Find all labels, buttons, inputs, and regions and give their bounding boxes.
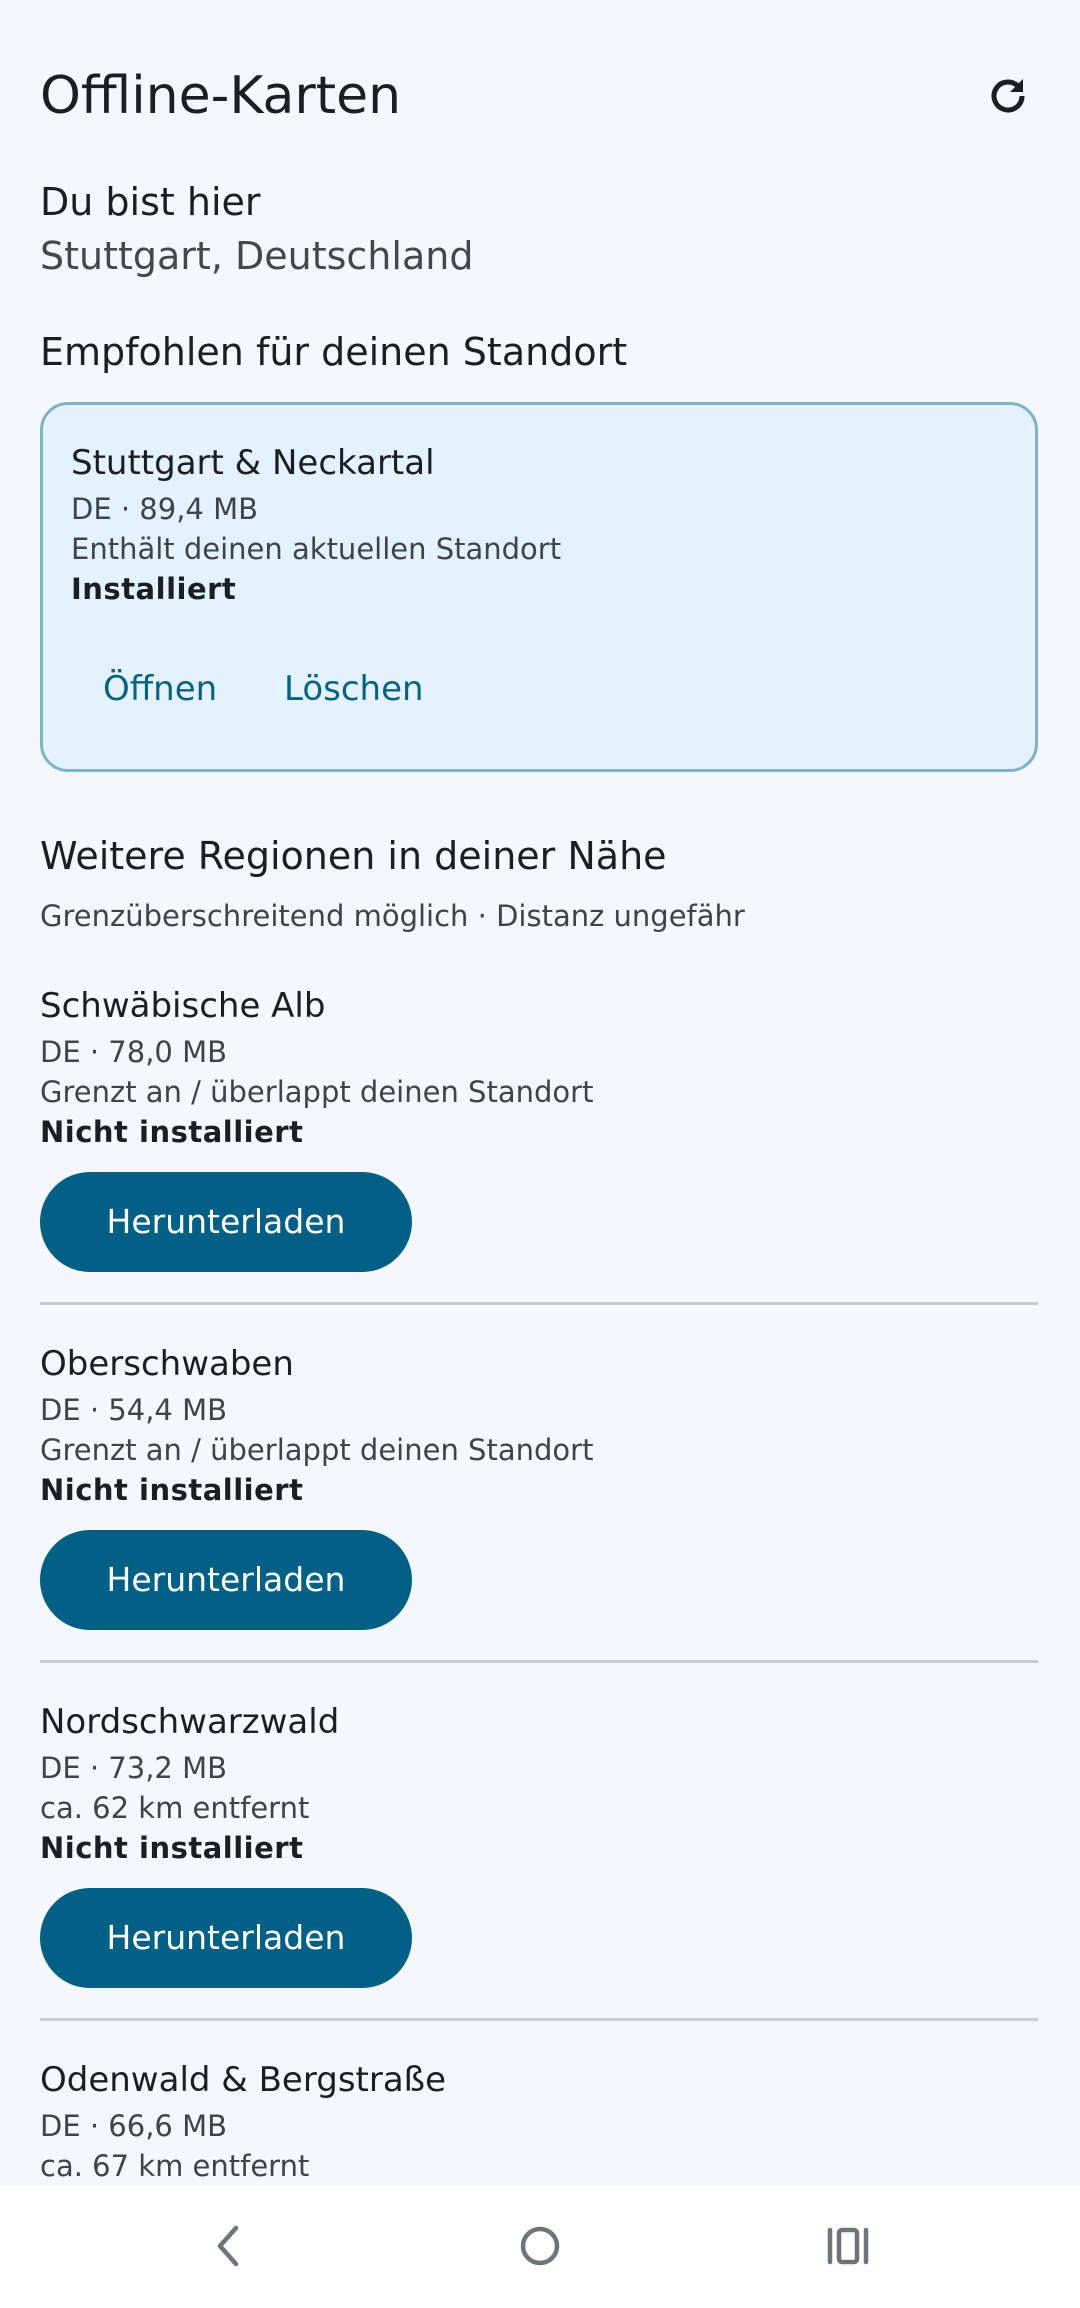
region-note: ca. 62 km entfernt	[40, 1791, 310, 1825]
download-button[interactable]: Herunterladen	[40, 1172, 412, 1272]
region-note: Grenzt an / überlappt deinen Standort	[40, 1433, 594, 1467]
list-item: Schwäbische Alb DE · 78,0 MB Grenzt an /…	[40, 982, 1040, 1340]
region-meta: DE · 78,0 MB	[40, 1035, 228, 1069]
list-item: Nordschwarzwald DE · 73,2 MB ca. 62 km e…	[40, 1698, 1040, 2056]
recommended-region-card: Stuttgart & Neckartal DE · 89,4 MB Enthä…	[40, 402, 1038, 772]
region-note: Enthält deinen aktuellen Standort	[71, 532, 562, 566]
system-navigation-bar	[0, 2186, 1080, 2308]
recommended-heading: Empfohlen für deinen Standort	[40, 330, 628, 374]
install-status: Nicht installiert	[40, 1473, 304, 1507]
home-button[interactable]	[480, 2206, 600, 2286]
download-button[interactable]: Herunterladen	[40, 1888, 412, 1988]
list-item: Odenwald & Bergstraße DE · 66,6 MB ca. 6…	[40, 2056, 1040, 2186]
location-label: Du bist hier	[40, 180, 261, 224]
open-button[interactable]: Öffnen	[73, 645, 247, 733]
delete-button[interactable]: Löschen	[254, 645, 454, 733]
list-item: Oberschwaben DE · 54,4 MB Grenzt an / üb…	[40, 1340, 1040, 1698]
top-app-bar: Offline-Karten	[40, 56, 1040, 136]
region-name: Schwäbische Alb	[40, 986, 326, 1026]
region-meta: DE · 66,6 MB	[40, 2109, 228, 2143]
divider	[40, 1660, 1038, 1663]
download-button[interactable]: Herunterladen	[40, 1530, 412, 1630]
region-name: Stuttgart & Neckartal	[71, 443, 435, 483]
current-location: Stuttgart, Deutschland	[40, 234, 474, 278]
page-title: Offline-Karten	[40, 66, 402, 126]
install-status: Nicht installiert	[40, 1831, 304, 1865]
offline-maps-screen[interactable]: Offline-Karten Du bist hier Stuttgart, D…	[0, 0, 1080, 2186]
divider	[40, 2018, 1038, 2021]
region-name: Odenwald & Bergstraße	[40, 2060, 447, 2100]
back-icon	[217, 2225, 239, 2267]
region-name: Nordschwarzwald	[40, 1702, 340, 1742]
refresh-icon	[991, 79, 1025, 113]
install-status: Nicht installiert	[40, 1115, 304, 1149]
region-meta: DE · 89,4 MB	[71, 492, 259, 526]
region-note: ca. 67 km entfernt	[40, 2149, 310, 2183]
divider	[40, 1302, 1038, 1305]
install-status: Installiert	[71, 572, 237, 606]
refresh-button[interactable]	[976, 64, 1040, 128]
home-icon	[520, 2226, 560, 2266]
region-name: Oberschwaben	[40, 1344, 294, 1384]
nearby-heading: Weitere Regionen in deiner Nähe	[40, 834, 667, 878]
region-note: Grenzt an / überlappt deinen Standort	[40, 1075, 594, 1109]
region-meta: DE · 54,4 MB	[40, 1393, 228, 1427]
nearby-subtitle: Grenzüberschreitend möglich · Distanz un…	[40, 899, 745, 933]
back-button[interactable]	[168, 2206, 288, 2286]
recents-icon	[827, 2227, 869, 2265]
recents-button[interactable]	[788, 2206, 908, 2286]
region-meta: DE · 73,2 MB	[40, 1751, 228, 1785]
